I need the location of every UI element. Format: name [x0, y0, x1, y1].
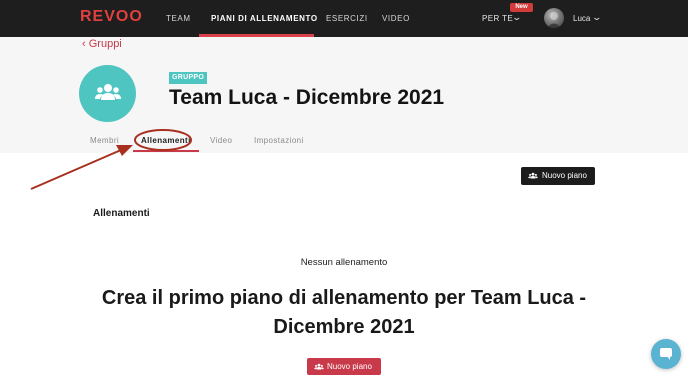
top-nav: REVOO TEAM PIANI DI ALLENAMENTO ESERCIZI…: [0, 0, 688, 37]
chat-button[interactable]: [651, 339, 681, 369]
chevron-left-icon: ‹: [82, 38, 86, 50]
chevron-down-icon[interactable]: ⌄: [511, 12, 522, 23]
group-icon: [314, 363, 324, 370]
group-tag: GRUPPO: [169, 72, 208, 84]
nav-item-esercizi[interactable]: ESERCIZI: [326, 0, 368, 37]
create-plan-button[interactable]: Nuovo piano: [307, 358, 381, 375]
user-menu-name[interactable]: Luca: [573, 0, 590, 37]
new-plan-button[interactable]: Nuovo piano: [521, 167, 595, 185]
breadcrumb-label: Gruppi: [88, 38, 122, 50]
chevron-down-icon[interactable]: ⌄: [591, 12, 602, 23]
create-plan-button-label: Nuovo piano: [327, 362, 372, 371]
group-icon: [528, 172, 538, 179]
user-avatar[interactable]: [544, 8, 564, 28]
nav-item-piani-di-allenamento[interactable]: PIANI DI ALLENAMENTO: [211, 0, 318, 37]
tab-video[interactable]: Video: [210, 136, 232, 145]
tab-allenamenti[interactable]: Allenamenti: [141, 136, 191, 145]
chat-icon: [660, 348, 672, 360]
tab-active-indicator: [133, 150, 199, 152]
group-icon: [95, 84, 121, 100]
group-avatar: [79, 65, 136, 122]
section-title: Allenamenti: [93, 208, 150, 219]
per-te-menu[interactable]: PER TE: [482, 0, 513, 37]
tab-impostazioni[interactable]: Impostazioni: [254, 136, 304, 145]
annotation-arrow-line: [30, 149, 122, 190]
nav-item-video[interactable]: VIDEO: [382, 0, 410, 37]
nav-item-team[interactable]: TEAM: [166, 0, 191, 37]
empty-state-message: Nessun allenamento: [300, 257, 388, 268]
new-plan-button-label: Nuovo piano: [542, 171, 587, 180]
tab-membri[interactable]: Membri: [90, 136, 119, 145]
page-title: Team Luca - Dicembre 2021: [169, 86, 445, 109]
revoo-logo[interactable]: REVOO: [80, 8, 143, 26]
breadcrumb-back-link[interactable]: ‹ Gruppi: [82, 38, 122, 50]
empty-state-cta-title: Crea il primo piano di allenamento per T…: [101, 287, 587, 338]
new-badge: New: [510, 3, 533, 12]
